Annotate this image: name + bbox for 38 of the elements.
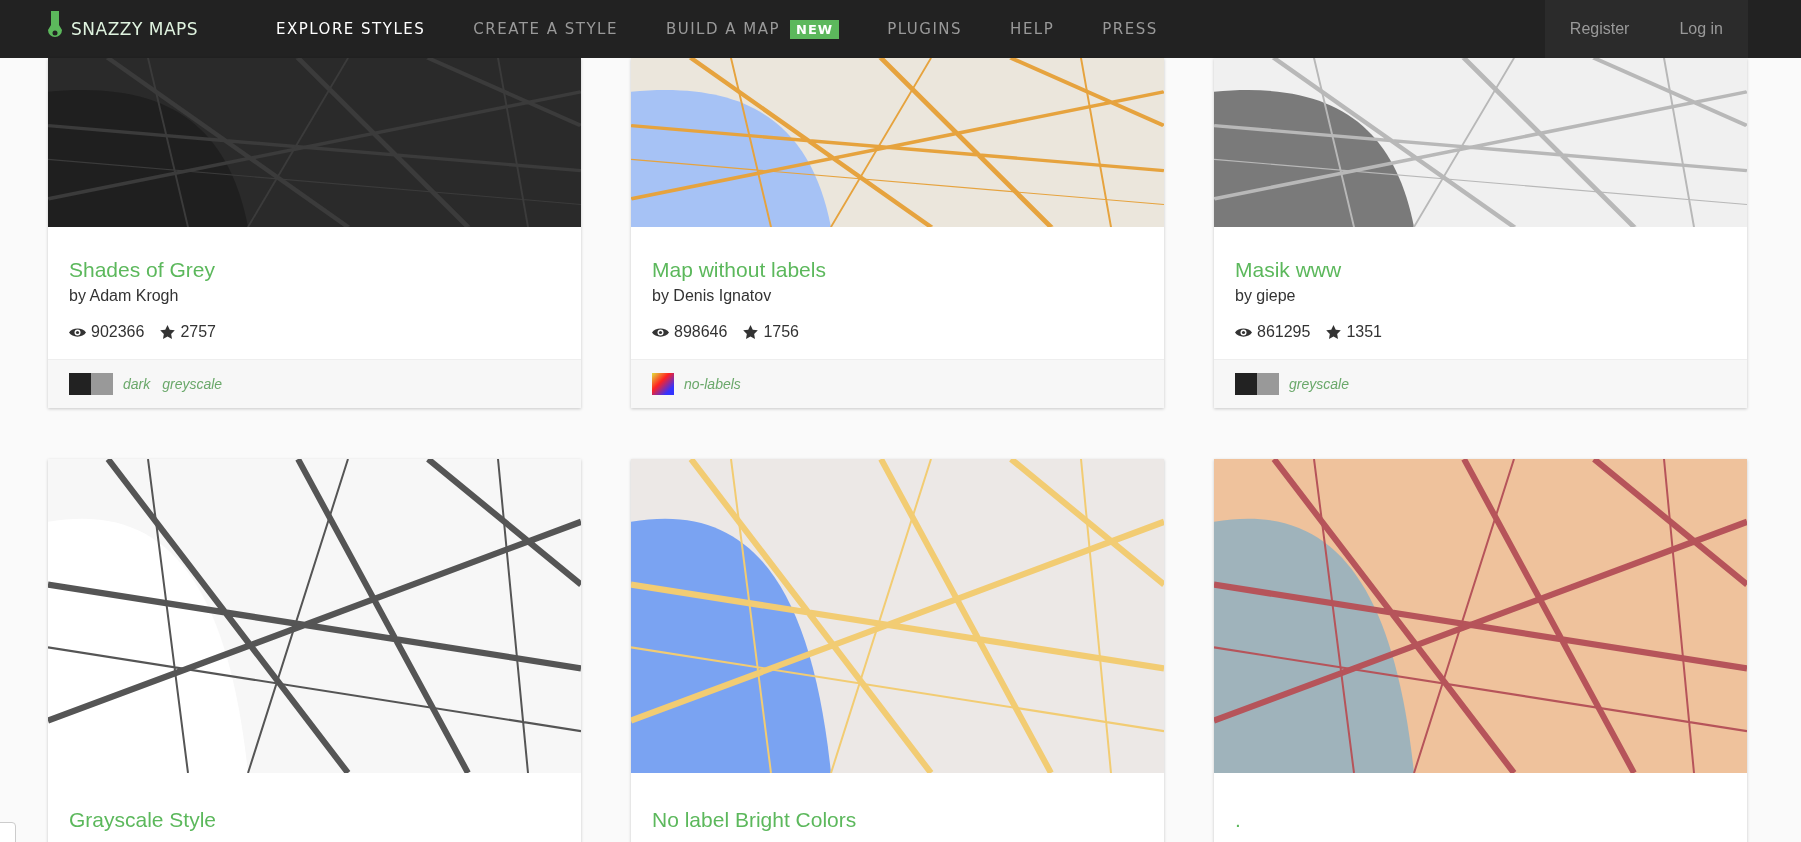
view-count: 902366: [91, 323, 145, 341]
tag-link[interactable]: greyscale: [162, 376, 223, 392]
style-title[interactable]: No label Bright Colors: [652, 807, 1143, 833]
favorite-count: 1756: [763, 323, 799, 341]
nav-link[interactable]: BUILD A MAP NEW: [641, 0, 864, 58]
gradient-swatch: [652, 373, 674, 395]
account-link[interactable]: Register: [1544, 0, 1655, 58]
nav-link[interactable]: EXPLORE STYLES: [252, 0, 450, 58]
author-name: by Denis Ignatov: [652, 287, 773, 305]
nav-link[interactable]: PRESS: [1078, 0, 1182, 58]
favorite-count: 1351: [1346, 323, 1382, 341]
nav-link[interactable]: PLUGINS: [863, 0, 987, 58]
eye-icon: [1235, 326, 1252, 338]
style-title[interactable]: Shades of Grey: [69, 257, 560, 283]
view-count: 861295: [1257, 323, 1311, 341]
eye-icon: [652, 326, 669, 338]
favorite-count: 2757: [180, 323, 216, 341]
style-title[interactable]: Masik www: [1235, 257, 1726, 283]
star-icon: [743, 325, 759, 339]
author-name: by Adam Krogh: [69, 287, 180, 305]
author-name: by giepe: [1235, 287, 1297, 305]
star-icon: [160, 325, 176, 339]
new-badge: NEW: [790, 19, 840, 39]
style-title[interactable]: Map without labels: [652, 257, 1143, 283]
eye-icon: [69, 326, 86, 338]
tag-link[interactable]: dark: [123, 376, 151, 392]
nav-link[interactable]: HELP: [986, 0, 1079, 58]
star-icon: [1326, 325, 1342, 339]
view-count: 898646: [674, 323, 728, 341]
tag-link[interactable]: no-labels: [684, 376, 741, 392]
map-preview[interactable]: [1214, 58, 1747, 227]
style-title[interactable]: .: [1235, 807, 1726, 833]
style-title[interactable]: Grayscale Style: [69, 807, 560, 833]
map-preview[interactable]: [48, 459, 581, 773]
brand-name[interactable]: SNAZZY MAPS: [71, 19, 199, 39]
account-link[interactable]: Log in: [1654, 0, 1748, 58]
nav-link[interactable]: CREATE A STYLE: [449, 0, 642, 58]
tag-link[interactable]: greyscale: [1289, 376, 1349, 392]
